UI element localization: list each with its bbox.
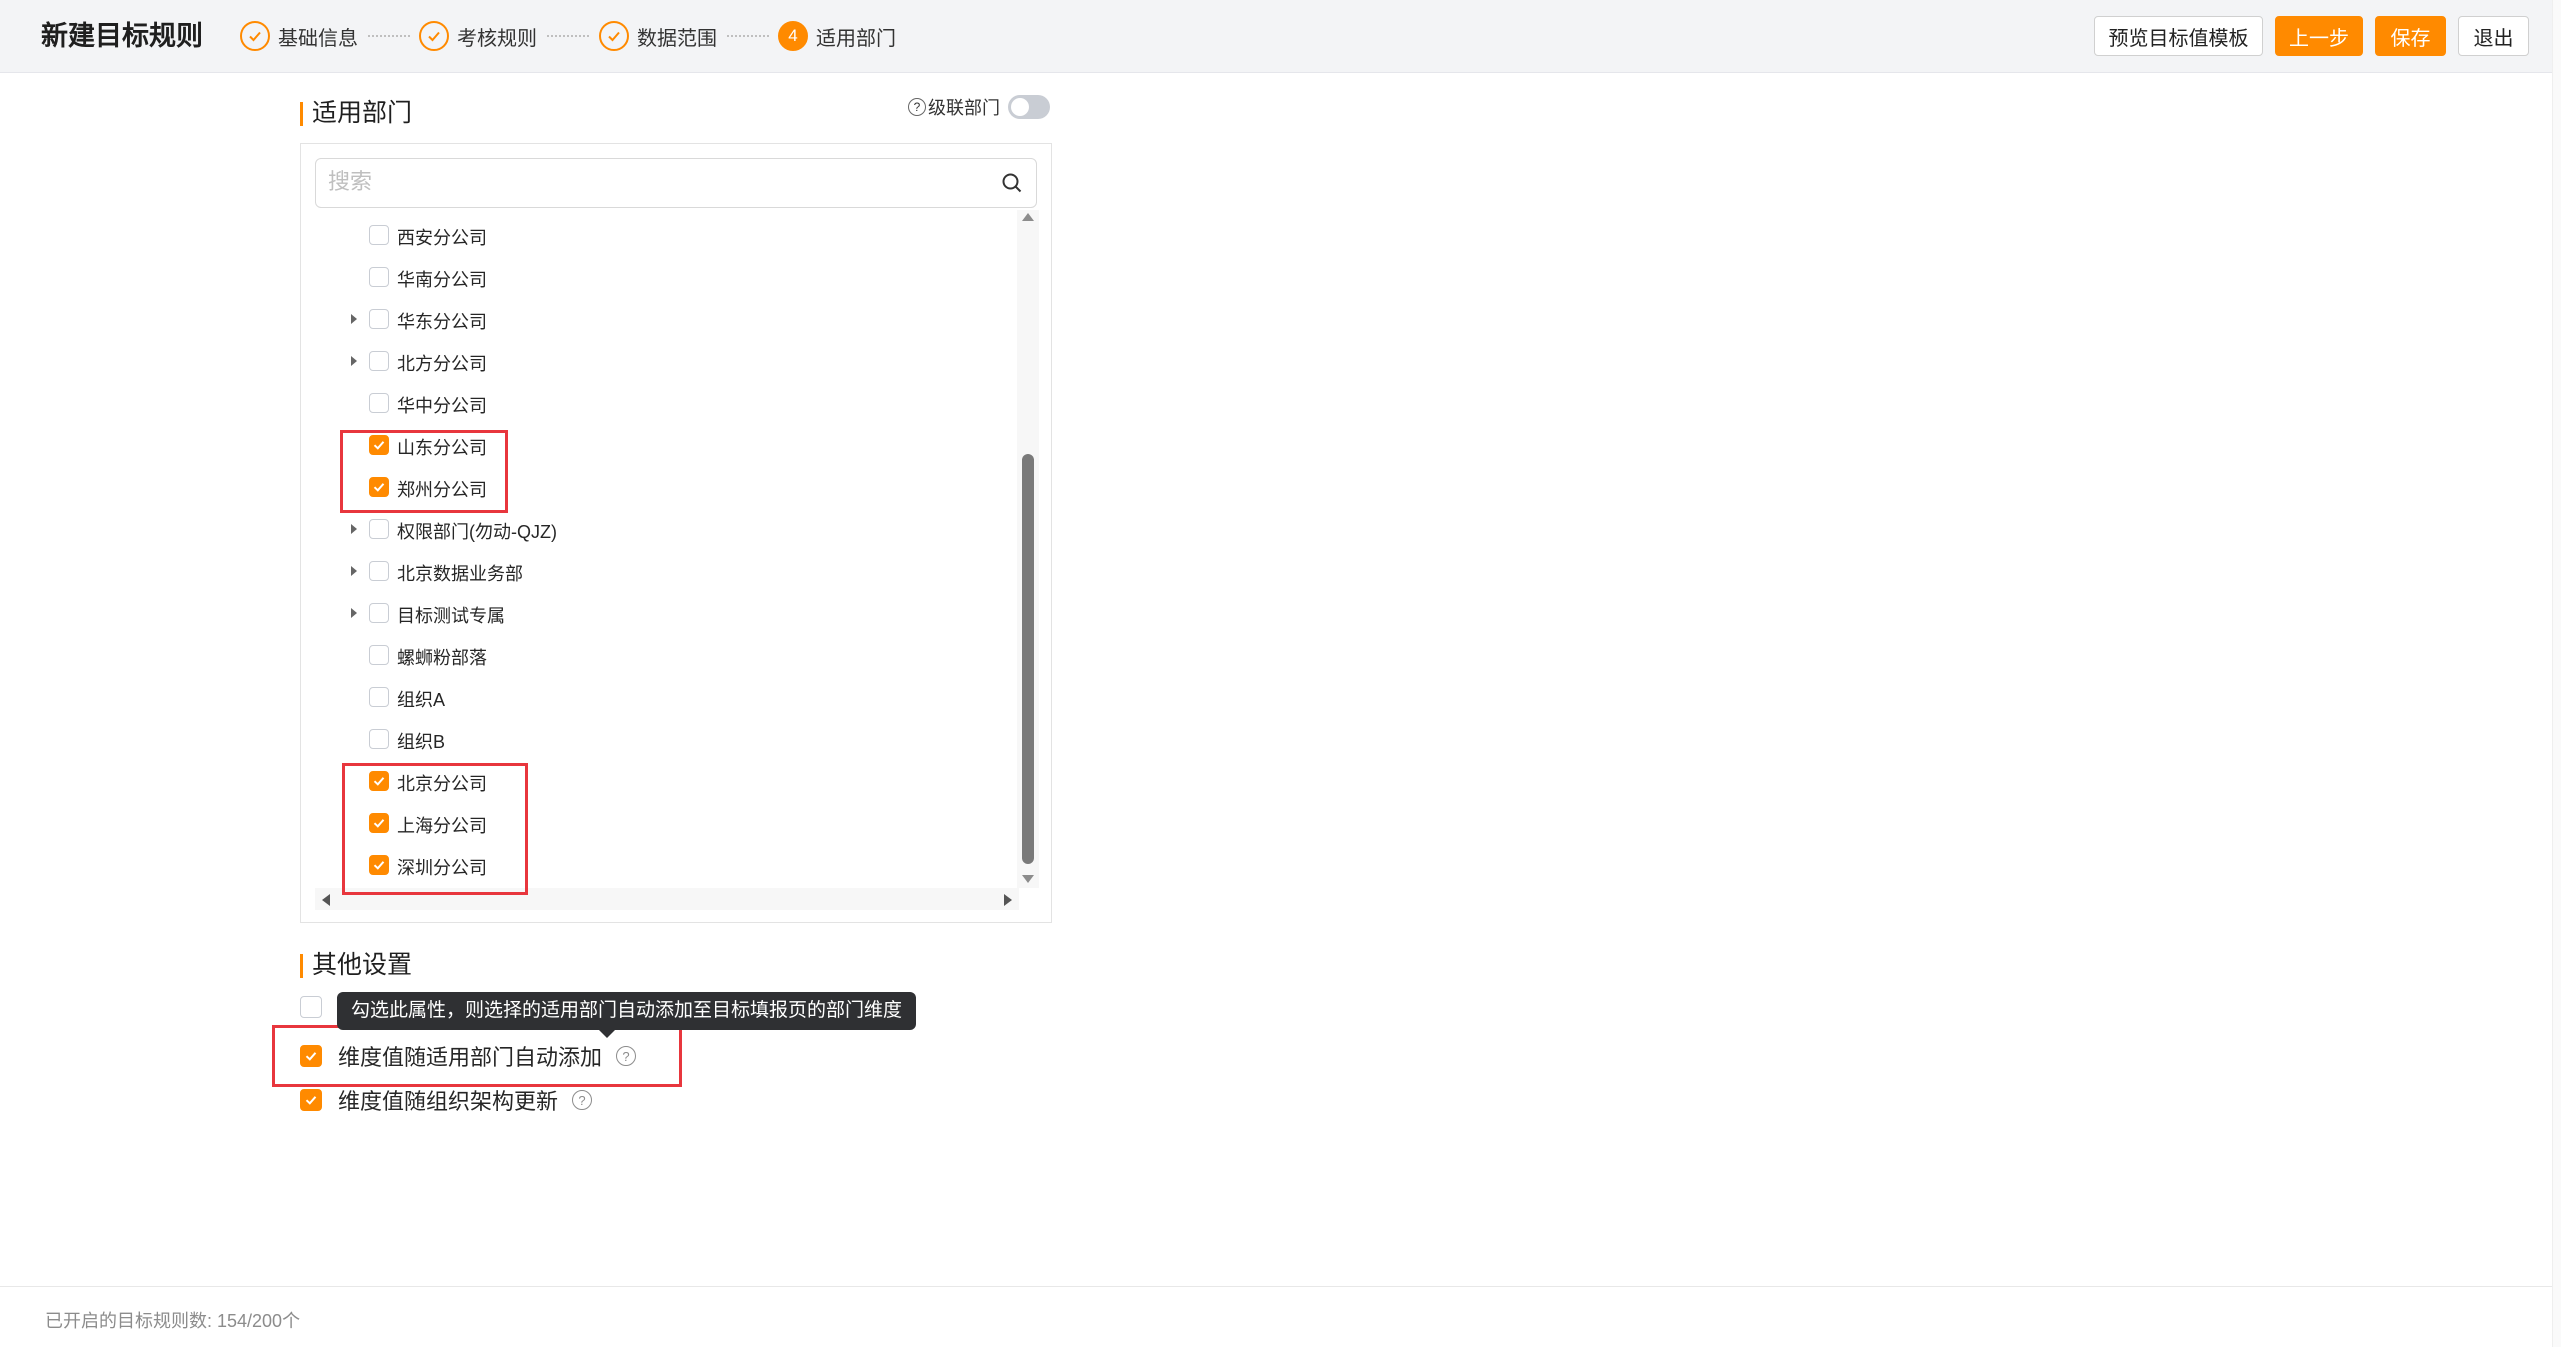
step-applicable-dept[interactable]: 4 适用部门	[778, 20, 896, 52]
tree-item-label: 组织A	[397, 690, 446, 710]
checkbox[interactable]	[369, 309, 389, 329]
prev-step-button[interactable]: 上一步	[2275, 16, 2363, 56]
highlight-box	[272, 1025, 682, 1087]
check-circle-icon	[419, 21, 449, 51]
tree-item-label: 螺蛳粉部落	[397, 648, 487, 668]
footer-bar: 已开启的目标规则数: 154/200个	[0, 1286, 2561, 1347]
checkbox[interactable]	[369, 351, 389, 371]
checkbox[interactable]	[369, 267, 389, 287]
check-circle-icon	[599, 21, 629, 51]
scroll-left-icon[interactable]	[321, 893, 331, 907]
tree-item-label: 权限部门(勿动-QJZ)	[397, 522, 557, 542]
section-title-applicable-dept: 适用部门	[300, 98, 412, 128]
setting-label: 维度值随组织架构更新	[338, 1089, 559, 1114]
tree-item-label: 北京数据业务部	[397, 564, 523, 584]
checkbox-checked[interactable]	[300, 1089, 322, 1111]
vertical-scrollbar[interactable]	[1017, 210, 1039, 888]
dept-search-box	[315, 158, 1037, 208]
checkbox[interactable]	[369, 519, 389, 539]
tree-item-label: 组织B	[397, 732, 446, 752]
tree-item-label: 西安分公司	[397, 228, 487, 248]
page-scrollbar[interactable]	[2552, 0, 2561, 1347]
step-label: 数据范围	[637, 27, 717, 50]
checkbox[interactable]	[369, 687, 389, 707]
cascade-toggle[interactable]	[1008, 95, 1050, 119]
caret-right-icon[interactable]	[349, 312, 359, 326]
scroll-thumb[interactable]	[1022, 454, 1034, 864]
search-icon[interactable]	[1000, 171, 1024, 195]
top-header: 新建目标规则 基础信息 考核规则 数据范围 4 适用部门 预览目标值模板 上一步…	[0, 0, 2561, 73]
step-basic-info[interactable]: 基础信息	[240, 20, 358, 52]
tree-item-label: 华南分公司	[397, 270, 487, 290]
step-label: 基础信息	[278, 27, 358, 50]
checkbox[interactable]	[300, 996, 322, 1018]
help-icon: ?	[908, 98, 926, 116]
checkbox[interactable]	[369, 225, 389, 245]
step-label: 适用部门	[816, 27, 896, 50]
caret-right-icon[interactable]	[349, 606, 359, 620]
scroll-right-icon[interactable]	[1003, 893, 1013, 907]
step-connector	[547, 35, 589, 37]
highlight-box	[342, 763, 528, 895]
check-circle-icon	[240, 21, 270, 51]
checkbox[interactable]	[369, 393, 389, 413]
checkbox[interactable]	[369, 603, 389, 623]
tree-item-label: 北方分公司	[397, 354, 487, 374]
highlight-box	[340, 430, 508, 513]
step-assessment-rules[interactable]: 考核规则	[419, 20, 537, 52]
cascade-label: 级联部门	[928, 98, 1000, 118]
scroll-down-icon[interactable]	[1021, 874, 1035, 884]
cascade-dept-control: ? 级联部门	[908, 94, 1050, 120]
checkbox[interactable]	[369, 729, 389, 749]
checkbox[interactable]	[369, 561, 389, 581]
setting-row-1[interactable]	[300, 996, 338, 1018]
setting-follow-org-update[interactable]: 维度值随组织架构更新 ?	[300, 1084, 593, 1116]
caret-right-icon[interactable]	[349, 354, 359, 368]
rule-count-text: 已开启的目标规则数: 154/200个	[45, 1311, 301, 1331]
tree-item-label: 华东分公司	[397, 312, 487, 332]
caret-right-icon[interactable]	[349, 564, 359, 578]
step-connector	[727, 35, 769, 37]
tree-item-label: 目标测试专属	[397, 606, 505, 626]
exit-button[interactable]: 退出	[2458, 16, 2529, 56]
tree-item-label: 华中分公司	[397, 396, 487, 416]
help-icon[interactable]: ?	[572, 1090, 593, 1110]
caret-right-icon[interactable]	[349, 522, 359, 536]
page-title: 新建目标规则	[41, 21, 203, 51]
save-button[interactable]: 保存	[2375, 16, 2446, 56]
step-connector	[368, 35, 410, 37]
checkbox[interactable]	[369, 645, 389, 665]
scroll-up-icon[interactable]	[1021, 212, 1035, 222]
step-label: 考核规则	[457, 27, 537, 50]
step-number-badge: 4	[778, 21, 808, 51]
search-input[interactable]	[316, 159, 976, 205]
section-title-other-settings: 其他设置	[300, 950, 412, 980]
step-data-scope[interactable]: 数据范围	[599, 20, 717, 52]
help-tooltip: 勾选此属性，则选择的适用部门自动添加至目标填报页的部门维度	[337, 992, 917, 1038]
preview-template-button[interactable]: 预览目标值模板	[2094, 16, 2263, 56]
